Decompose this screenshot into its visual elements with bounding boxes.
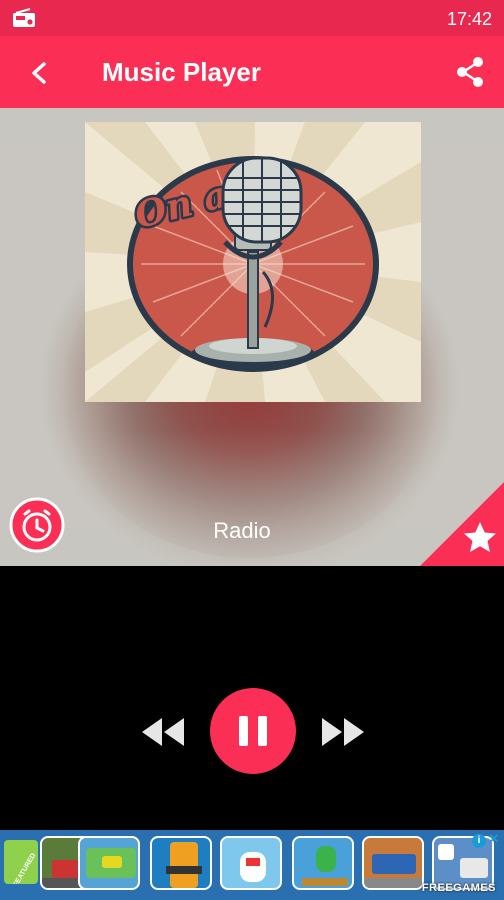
album-cover: On air! On air! <box>85 122 421 402</box>
ad-brand: FREEGAMES <box>421 882 496 894</box>
share-icon[interactable] <box>452 54 488 90</box>
playback-controls <box>0 566 504 830</box>
ad-banner[interactable]: FEATURED i ✕ FREEGAMES <box>0 830 504 900</box>
ad-game-tile[interactable] <box>362 836 424 890</box>
fast-forward-icon[interactable] <box>320 714 366 750</box>
pause-icon <box>239 716 248 746</box>
ad-close-icon[interactable]: ✕ <box>488 832 500 846</box>
station-name: Radio <box>213 518 271 543</box>
back-arrow-icon[interactable] <box>22 56 56 90</box>
on-air-microphone-illustration: On air! On air! <box>85 122 421 402</box>
ad-game-tile[interactable] <box>150 836 212 890</box>
pause-icon-bar <box>258 716 267 746</box>
app-bar: Music Player <box>0 36 504 108</box>
favorite-button[interactable] <box>420 482 504 566</box>
status-time: 17:42 <box>446 9 492 29</box>
radio-icon <box>13 8 35 27</box>
status-bar: 17:42 <box>0 0 504 36</box>
rewind-icon[interactable] <box>140 714 186 750</box>
page-title: Music Player <box>102 57 261 87</box>
ad-game-tile[interactable] <box>78 836 140 890</box>
ad-game-tile[interactable] <box>292 836 354 890</box>
pause-button[interactable] <box>210 688 296 774</box>
ad-info-icon[interactable]: i <box>472 834 486 848</box>
ad-game-tile[interactable] <box>220 836 282 890</box>
music-player-screen: 17:42 Music Player On air! On air! Radio… <box>0 0 504 900</box>
featured-badge: FEATURED <box>4 840 38 884</box>
